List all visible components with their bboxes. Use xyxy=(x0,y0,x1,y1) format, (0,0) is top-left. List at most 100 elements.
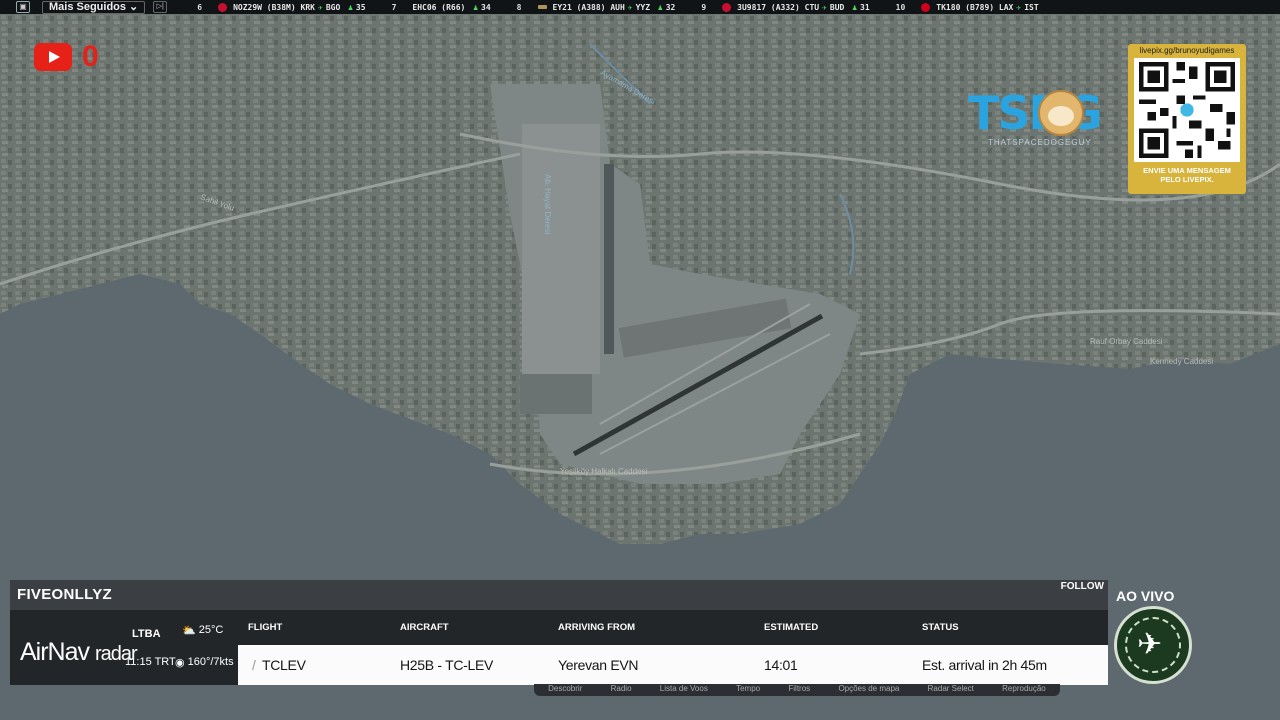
followers-icon: ♟ xyxy=(473,2,479,12)
livepix-caption-line1: ENVIE UMA MENSAGEM xyxy=(1143,166,1231,175)
panel-title: FIVEONLLYZ xyxy=(17,586,112,603)
airline-logo-icon xyxy=(722,2,732,12)
ticker-flight: EHC06 (R66) xyxy=(412,2,466,12)
ticker-count: 32 xyxy=(665,2,676,12)
most-followed-select[interactable]: Mais Seguidos ⌄ xyxy=(42,0,146,14)
ticker-to: YYZ xyxy=(635,2,651,12)
toolbar-item[interactable]: Opções de mapa xyxy=(838,684,899,696)
ticker-item[interactable]: 8 EY21 (A388) AUH ✈ YYZ ♟ 32 xyxy=(517,3,676,12)
header-flight: FLIGHT xyxy=(248,622,283,633)
ticker-to: BUD xyxy=(829,2,845,12)
top-ticker-bar: ▣ Mais Seguidos ⌄ ▷| 6 NOZ29W (B38M) KRK… xyxy=(0,0,1280,14)
channel-badge xyxy=(1114,606,1192,684)
map-toolbar: Descobrir Radio Lista de Voos Tempo Filt… xyxy=(534,684,1060,696)
ticker-item[interactable]: 10 TK180 (B789) LAX ✈ IST xyxy=(895,2,1039,12)
brand-main: AirNav xyxy=(20,638,90,666)
toolbar-item[interactable]: Filtros xyxy=(788,684,810,696)
airline-slash-icon: / xyxy=(252,657,256,673)
ticker-count: 34 xyxy=(481,2,491,12)
wind-value: 160°/7kts xyxy=(187,656,234,668)
skip-icon[interactable]: ▷| xyxy=(153,1,168,13)
toolbar-item[interactable]: Reprodução xyxy=(1002,684,1046,696)
ticker-flight: TK180 (B789) xyxy=(936,2,995,12)
followers-icon: ♟ xyxy=(852,2,858,12)
livepix-url: livepix.gg/brunoyudigames xyxy=(1139,46,1235,55)
header-estimated: ESTIMATED xyxy=(764,622,819,633)
youtube-counter: 0 xyxy=(34,42,99,72)
livepix-qr-panel: livepix.gg/brunoyudigames ENVIE UMA MENS… xyxy=(1128,44,1246,194)
airline-logo-icon xyxy=(921,2,931,12)
ticker-to: BGO xyxy=(325,2,341,12)
youtube-viewer-count: 0 xyxy=(82,40,99,73)
ticker-item[interactable]: 9 3U9817 (A332) CTU ✈ BUD ♟ 31 xyxy=(701,2,870,12)
ticker-item[interactable]: 7 EHC06 (R66) ♟ 34 xyxy=(392,3,491,12)
ticker-rank: 7 xyxy=(391,2,397,12)
ticker-rank: 6 xyxy=(197,2,203,12)
live-label: AO VIVO xyxy=(1116,588,1175,604)
arrow-icon: ✈ xyxy=(822,2,827,12)
panel-header: FIVEONLLYZ FOLLOW xyxy=(10,580,1108,610)
apron xyxy=(520,374,592,414)
window-icon[interactable]: ▣ xyxy=(16,1,30,13)
airplane-icon xyxy=(1125,617,1181,673)
toolbar-item[interactable]: Descobrir xyxy=(548,684,582,696)
cell-arriving-from: Yerevan EVN xyxy=(558,657,639,673)
weather-wind: ◉ 160°/7kts xyxy=(175,656,234,669)
arrow-icon: ✈ xyxy=(1016,2,1022,12)
flight-info-panel: FIVEONLLYZ FOLLOW AirNav radar LTBA 11:1… xyxy=(10,580,1108,685)
livepix-caption-line2: PELO LIVEPIX. xyxy=(1160,175,1214,184)
terminal-strip xyxy=(604,164,614,354)
map-label: Yeşilköy Halkalı Caddesi xyxy=(560,467,648,476)
ticker-flight: EY21 (A388) xyxy=(552,2,606,12)
cell-estimated: 14:01 xyxy=(764,657,798,673)
ticker-from: CTU xyxy=(804,2,820,12)
ticker-from: KRK xyxy=(300,2,315,12)
header-aircraft: AIRCRAFT xyxy=(400,622,449,633)
ticker-from: LAX xyxy=(998,2,1014,12)
flight-ticker: 6 NOZ29W (B38M) KRK ✈ BGO ♟ 35 7 EHC06 (… xyxy=(197,2,1064,12)
ticker-from: AUH xyxy=(610,2,625,12)
toolbar-item[interactable]: Radio xyxy=(611,684,632,696)
followers-icon: ♟ xyxy=(657,2,663,12)
ticker-item[interactable]: 6 NOZ29W (B38M) KRK ✈ BGO ♟ 35 xyxy=(197,2,366,12)
map-label: Rauf Orbay Caddesi xyxy=(1090,337,1163,346)
chevron-down-icon: ⌄ xyxy=(129,0,139,13)
ticker-rank: 8 xyxy=(516,2,522,12)
arrow-icon: ✈ xyxy=(317,2,323,12)
tsdg-logo: TSDG THATSPACEDOGEGUY xyxy=(968,88,1126,152)
ticker-count: 35 xyxy=(355,2,366,12)
temperature-value: 25°C xyxy=(198,624,224,636)
ticker-count: 31 xyxy=(860,2,870,12)
cell-aircraft: H25B - TC-LEV xyxy=(400,657,494,673)
airline-logo-icon xyxy=(218,2,228,12)
cell-status: Est. arrival in 2h 45m xyxy=(922,657,1047,673)
select-label: Mais Seguidos xyxy=(49,0,127,13)
airline-logo-icon xyxy=(537,5,547,9)
ticker-flight: NOZ29W (B38M) xyxy=(233,2,296,12)
livepix-caption: ENVIE UMA MENSAGEM PELO LIVEPIX. xyxy=(1128,166,1246,184)
airnav-brand: AirNav radar xyxy=(20,638,138,667)
map-label: Ab. Hayat Deresi xyxy=(543,174,552,235)
follow-button[interactable]: FOLLOW xyxy=(1061,581,1104,592)
toolbar-item[interactable]: Radar Select xyxy=(928,684,974,696)
ticker-to: IST xyxy=(1024,2,1039,12)
ticker-rank: 10 xyxy=(895,2,906,12)
partly-cloudy-icon: ⛅ xyxy=(182,625,196,637)
toolbar-item[interactable]: Tempo xyxy=(736,684,760,696)
panel-body: AirNav radar LTBA 11:15 TRT ⛅ 25°C ◉ 160… xyxy=(10,610,1108,685)
local-time: 11:15 TRT xyxy=(125,656,176,668)
cell-flight: TCLEV xyxy=(262,657,306,673)
ticker-flight: 3U9817 (A332) xyxy=(737,2,800,12)
runway-north-south xyxy=(522,124,600,374)
header-arriving-from: ARRIVING FROM xyxy=(558,622,636,633)
youtube-icon xyxy=(34,43,72,71)
weather-temperature: ⛅ 25°C xyxy=(182,624,223,637)
toolbar-item[interactable]: Lista de Voos xyxy=(660,684,708,696)
header-status: STATUS xyxy=(922,622,959,633)
map-label: Kennedy Caddesi xyxy=(1150,357,1213,366)
airport-code: LTBA xyxy=(132,628,161,640)
arrow-icon: ✈ xyxy=(627,2,633,12)
tsdg-subtitle: THATSPACEDOGEGUY xyxy=(988,138,1092,147)
doge-icon xyxy=(1038,90,1084,136)
flight-row[interactable]: / TCLEV H25B - TC-LEV Yerevan EVN 14:01 … xyxy=(238,645,1108,685)
